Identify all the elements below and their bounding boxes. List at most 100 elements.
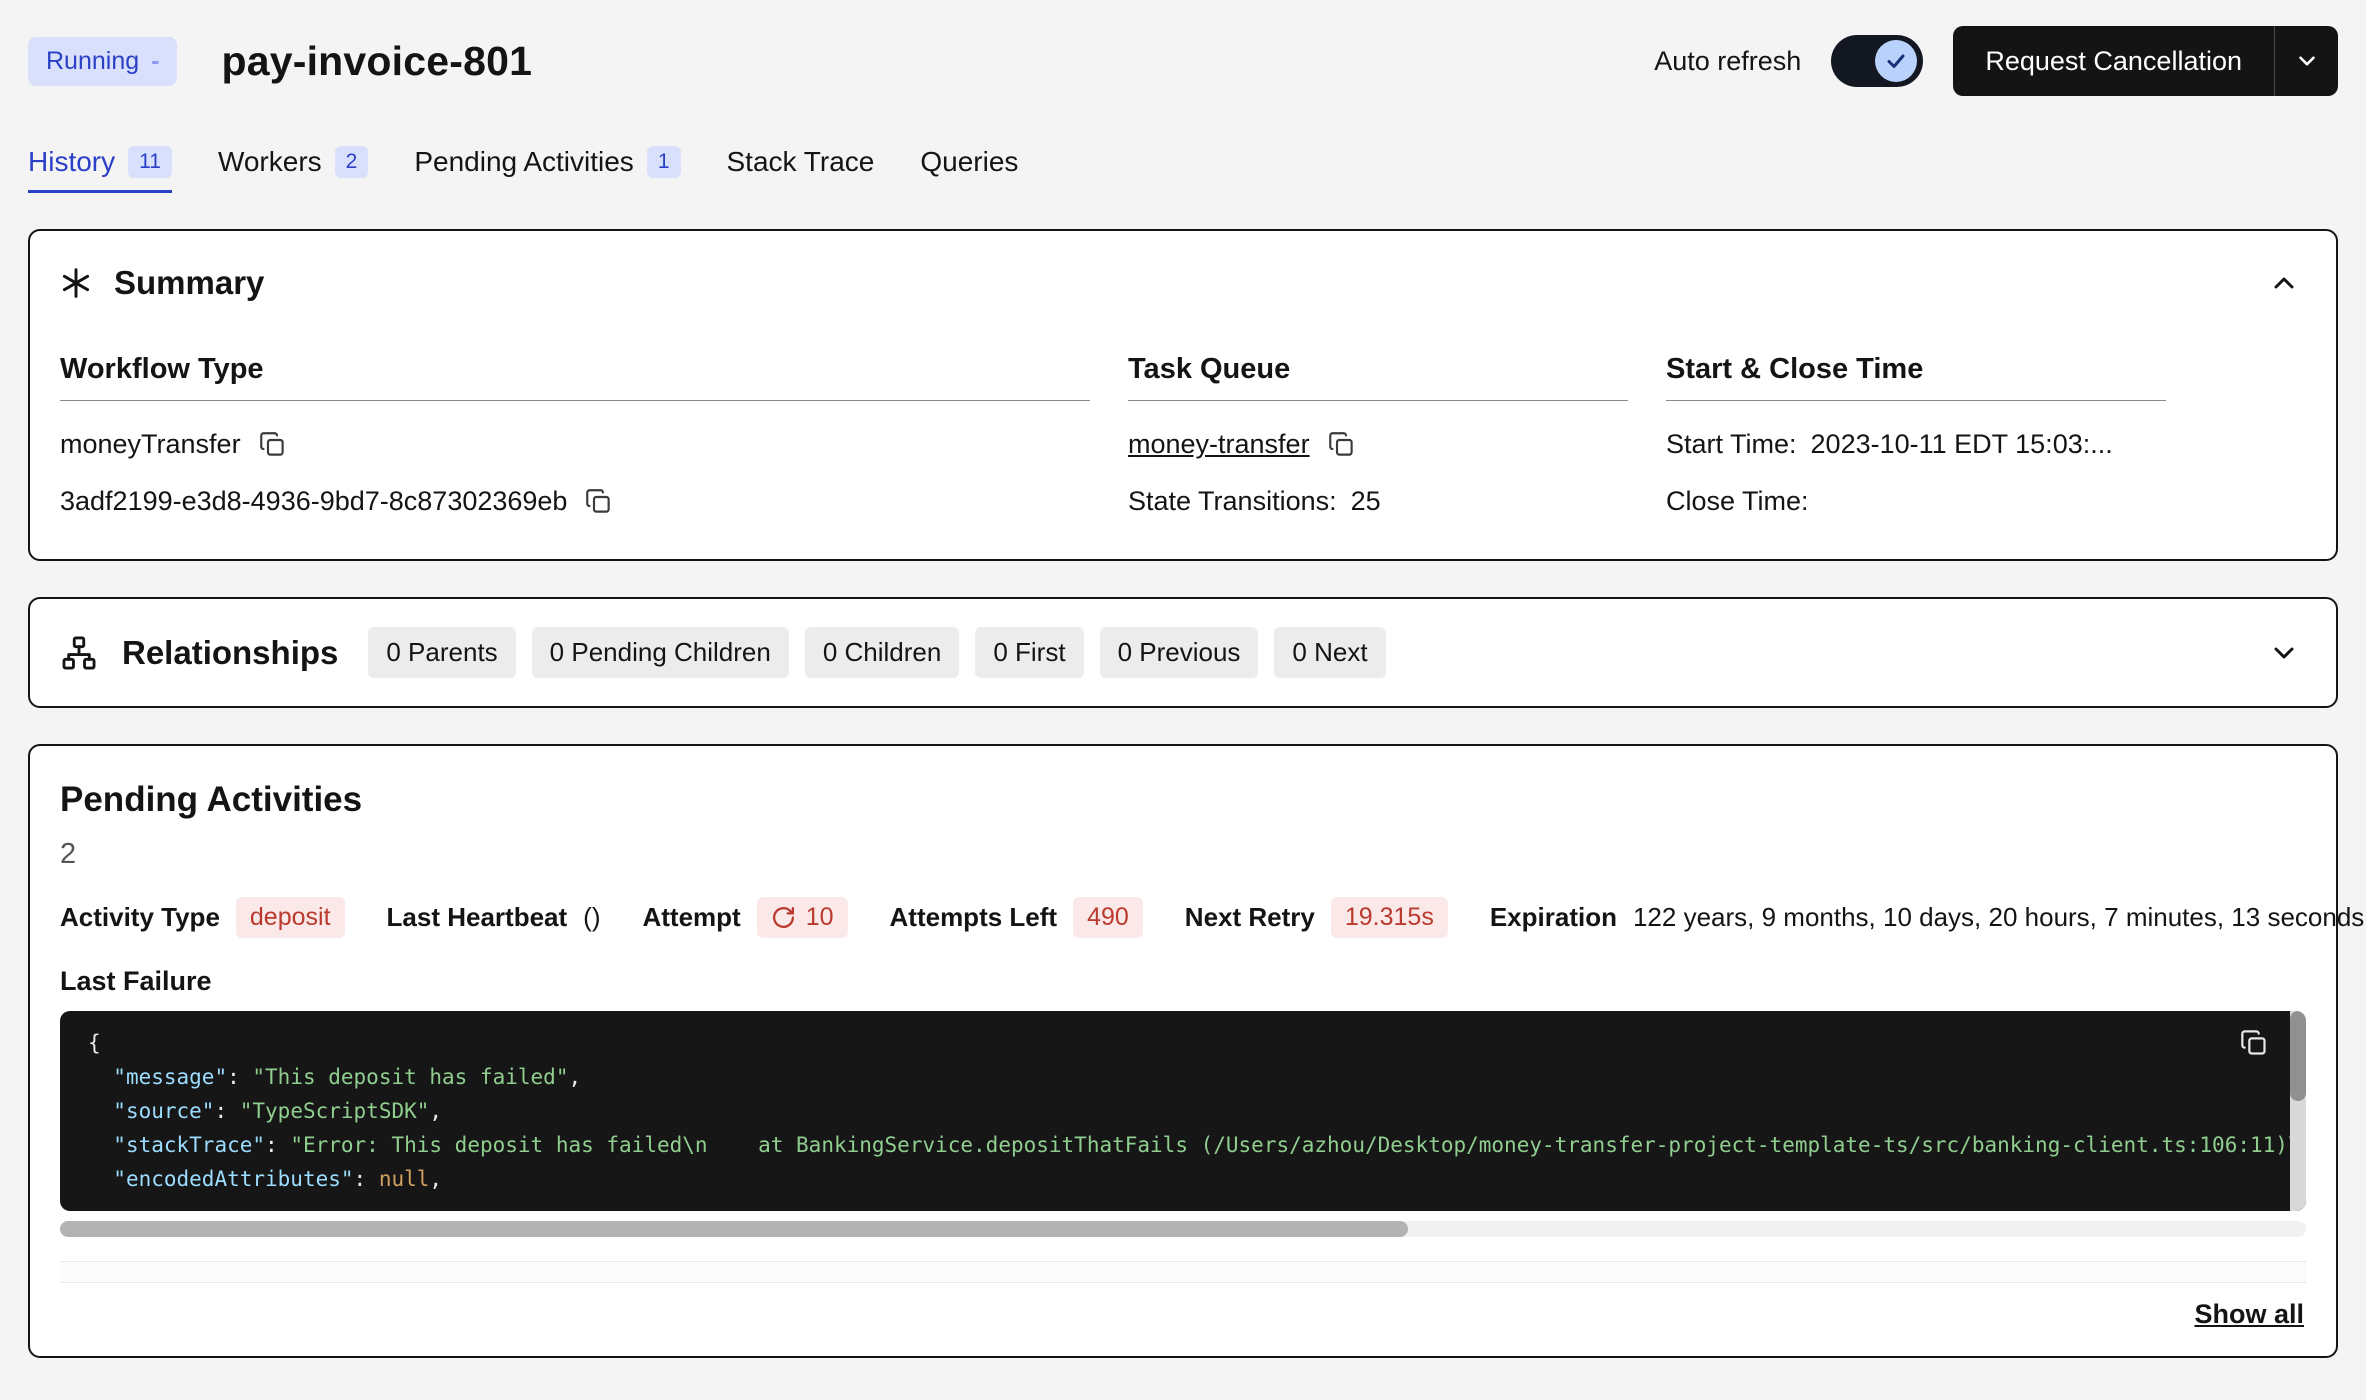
workflow-status-badge: Running - [28,37,177,86]
show-all-row: Show all [60,1283,2306,1356]
workflow-type-row: moneyTransfer [60,429,1090,460]
chevron-down-icon [2268,637,2300,669]
attempts-left-badge: 490 [1073,897,1143,938]
tab-workers-count-badge: 2 [335,146,369,178]
request-cancellation-button[interactable]: Request Cancellation [1953,26,2274,96]
tab-history-label: History [28,146,115,178]
next-retry-badge: 19.315s [1331,897,1448,938]
workflow-id-title: pay-invoice-801 [221,38,532,85]
pending-activities-card: Pending Activities 2 Activity Type depos… [28,744,2338,1358]
previous-count-badge: 0 Previous [1100,627,1259,678]
state-transitions-value: 25 [1351,486,1381,517]
chevron-down-icon [2294,48,2320,74]
expiration-label: Expiration [1490,902,1617,933]
children-count-badge: 0 Children [805,627,960,678]
workflow-tabs: History 11 Workers 2 Pending Activities … [0,96,2366,193]
pending-activities-title: Pending Activities [60,780,2306,820]
failure-json: { "message": "This deposit has failed", … [60,1011,2306,1211]
summary-card-header: Summary [60,261,2306,305]
show-all-link[interactable]: Show all [2194,1299,2304,1330]
start-time-value: 2023-10-11 EDT 15:03:... [1811,429,2113,460]
relationships-row: Relationships 0 Parents 0 Pending Childr… [60,627,2306,678]
vertical-scrollbar[interactable] [2290,1011,2306,1211]
pending-children-count-badge: 0 Pending Children [532,627,789,678]
relationships-expand-button[interactable] [2262,631,2306,675]
attempt-value: 10 [806,903,834,932]
start-close-time-column: Start & Close Time Start Time: 2023-10-1… [1666,353,2166,517]
task-queue-column: Task Queue money-transfer State Transiti… [1128,353,1628,517]
summary-asterisk-icon [60,267,92,299]
copy-icon[interactable] [259,431,286,458]
summary-title: Summary [114,264,264,302]
auto-refresh-label: Auto refresh [1654,46,1801,77]
copy-icon[interactable] [1328,431,1355,458]
last-failure-code-block: { "message": "This deposit has failed", … [60,1011,2306,1211]
next-activity-row [60,1261,2306,1283]
activity-type-badge: deposit [236,897,345,938]
task-queue-header: Task Queue [1128,353,1628,401]
header-left: Running - pay-invoice-801 [28,37,532,86]
meta-activity-type: Activity Type deposit [60,897,345,938]
tab-pending-activities[interactable]: Pending Activities 1 [414,146,680,193]
vertical-scrollbar-thumb[interactable] [2290,1011,2306,1101]
tab-queries[interactable]: Queries [920,146,1018,193]
tab-workers[interactable]: Workers 2 [218,146,368,193]
tab-history[interactable]: History 11 [28,146,172,193]
workflow-type-value: moneyTransfer [60,429,241,460]
cancellation-menu-button[interactable] [2274,26,2338,96]
summary-columns: Workflow Type moneyTransfer 3adf2199-e3d… [60,353,2306,517]
status-pulse-indicator: - [151,47,159,76]
start-close-time-header: Start & Close Time [1666,353,2166,401]
meta-attempt: Attempt 10 [642,897,847,938]
workflow-type-header: Workflow Type [60,353,1090,401]
chevron-up-icon [2268,267,2300,299]
last-failure-label: Last Failure [60,966,2306,997]
activity-type-label: Activity Type [60,902,220,933]
summary-card: Summary Workflow Type moneyTransfer 3adf… [28,229,2338,561]
first-count-badge: 0 First [975,627,1083,678]
meta-last-heartbeat: Last Heartbeat () [387,902,601,933]
attempt-label: Attempt [642,902,740,933]
relationship-badges: 0 Parents 0 Pending Children 0 Children … [368,627,1385,678]
pending-activities-count: 2 [60,838,2306,871]
copy-icon[interactable] [2240,1029,2268,1057]
toggle-knob [1875,40,1917,82]
task-queue-link[interactable]: money-transfer [1128,429,1310,460]
request-cancellation-split-button: Request Cancellation [1953,26,2338,96]
relationships-title: Relationships [122,634,338,672]
last-heartbeat-label: Last Heartbeat [387,902,568,933]
check-icon [1884,49,1908,73]
summary-collapse-button[interactable] [2262,261,2306,305]
next-retry-label: Next Retry [1185,902,1315,933]
horizontal-scrollbar[interactable] [60,1221,2306,1237]
task-queue-row: money-transfer [1128,429,1628,460]
state-transitions-row: State Transitions: 25 [1128,486,1628,517]
tab-history-count-badge: 11 [128,146,172,178]
workflow-type-column: Workflow Type moneyTransfer 3adf2199-e3d… [60,353,1090,517]
meta-expiration: Expiration 122 years, 9 months, 10 days,… [1490,902,2364,933]
last-heartbeat-value: () [583,902,600,933]
next-count-badge: 0 Next [1274,627,1385,678]
horizontal-scrollbar-thumb[interactable] [60,1221,1408,1237]
workflow-status-label: Running [46,47,139,76]
state-transitions-label: State Transitions: [1128,486,1337,517]
tab-stack-trace-label: Stack Trace [727,146,875,178]
tab-stack-trace[interactable]: Stack Trace [727,146,875,193]
tab-queries-label: Queries [920,146,1018,178]
retry-icon [771,905,796,930]
copy-icon[interactable] [585,488,612,515]
summary-title-group: Summary [60,264,264,302]
run-id-row: 3adf2199-e3d8-4936-9bd7-8c87302369eb [60,486,1090,517]
tab-workers-label: Workers [218,146,322,178]
header-right: Auto refresh Request Cancellation [1654,26,2338,96]
meta-next-retry: Next Retry 19.315s [1185,897,1448,938]
expiration-value: 122 years, 9 months, 10 days, 20 hours, … [1633,902,2364,933]
start-time-row: Start Time: 2023-10-11 EDT 15:03:... [1666,429,2166,460]
attempt-badge: 10 [757,897,848,938]
relationships-card: Relationships 0 Parents 0 Pending Childr… [28,597,2338,708]
tab-pending-activities-count-badge: 1 [647,146,681,178]
meta-attempts-left: Attempts Left 490 [890,897,1143,938]
run-id-value: 3adf2199-e3d8-4936-9bd7-8c87302369eb [60,486,567,517]
close-time-label: Close Time: [1666,486,1809,517]
auto-refresh-toggle[interactable] [1831,35,1923,87]
